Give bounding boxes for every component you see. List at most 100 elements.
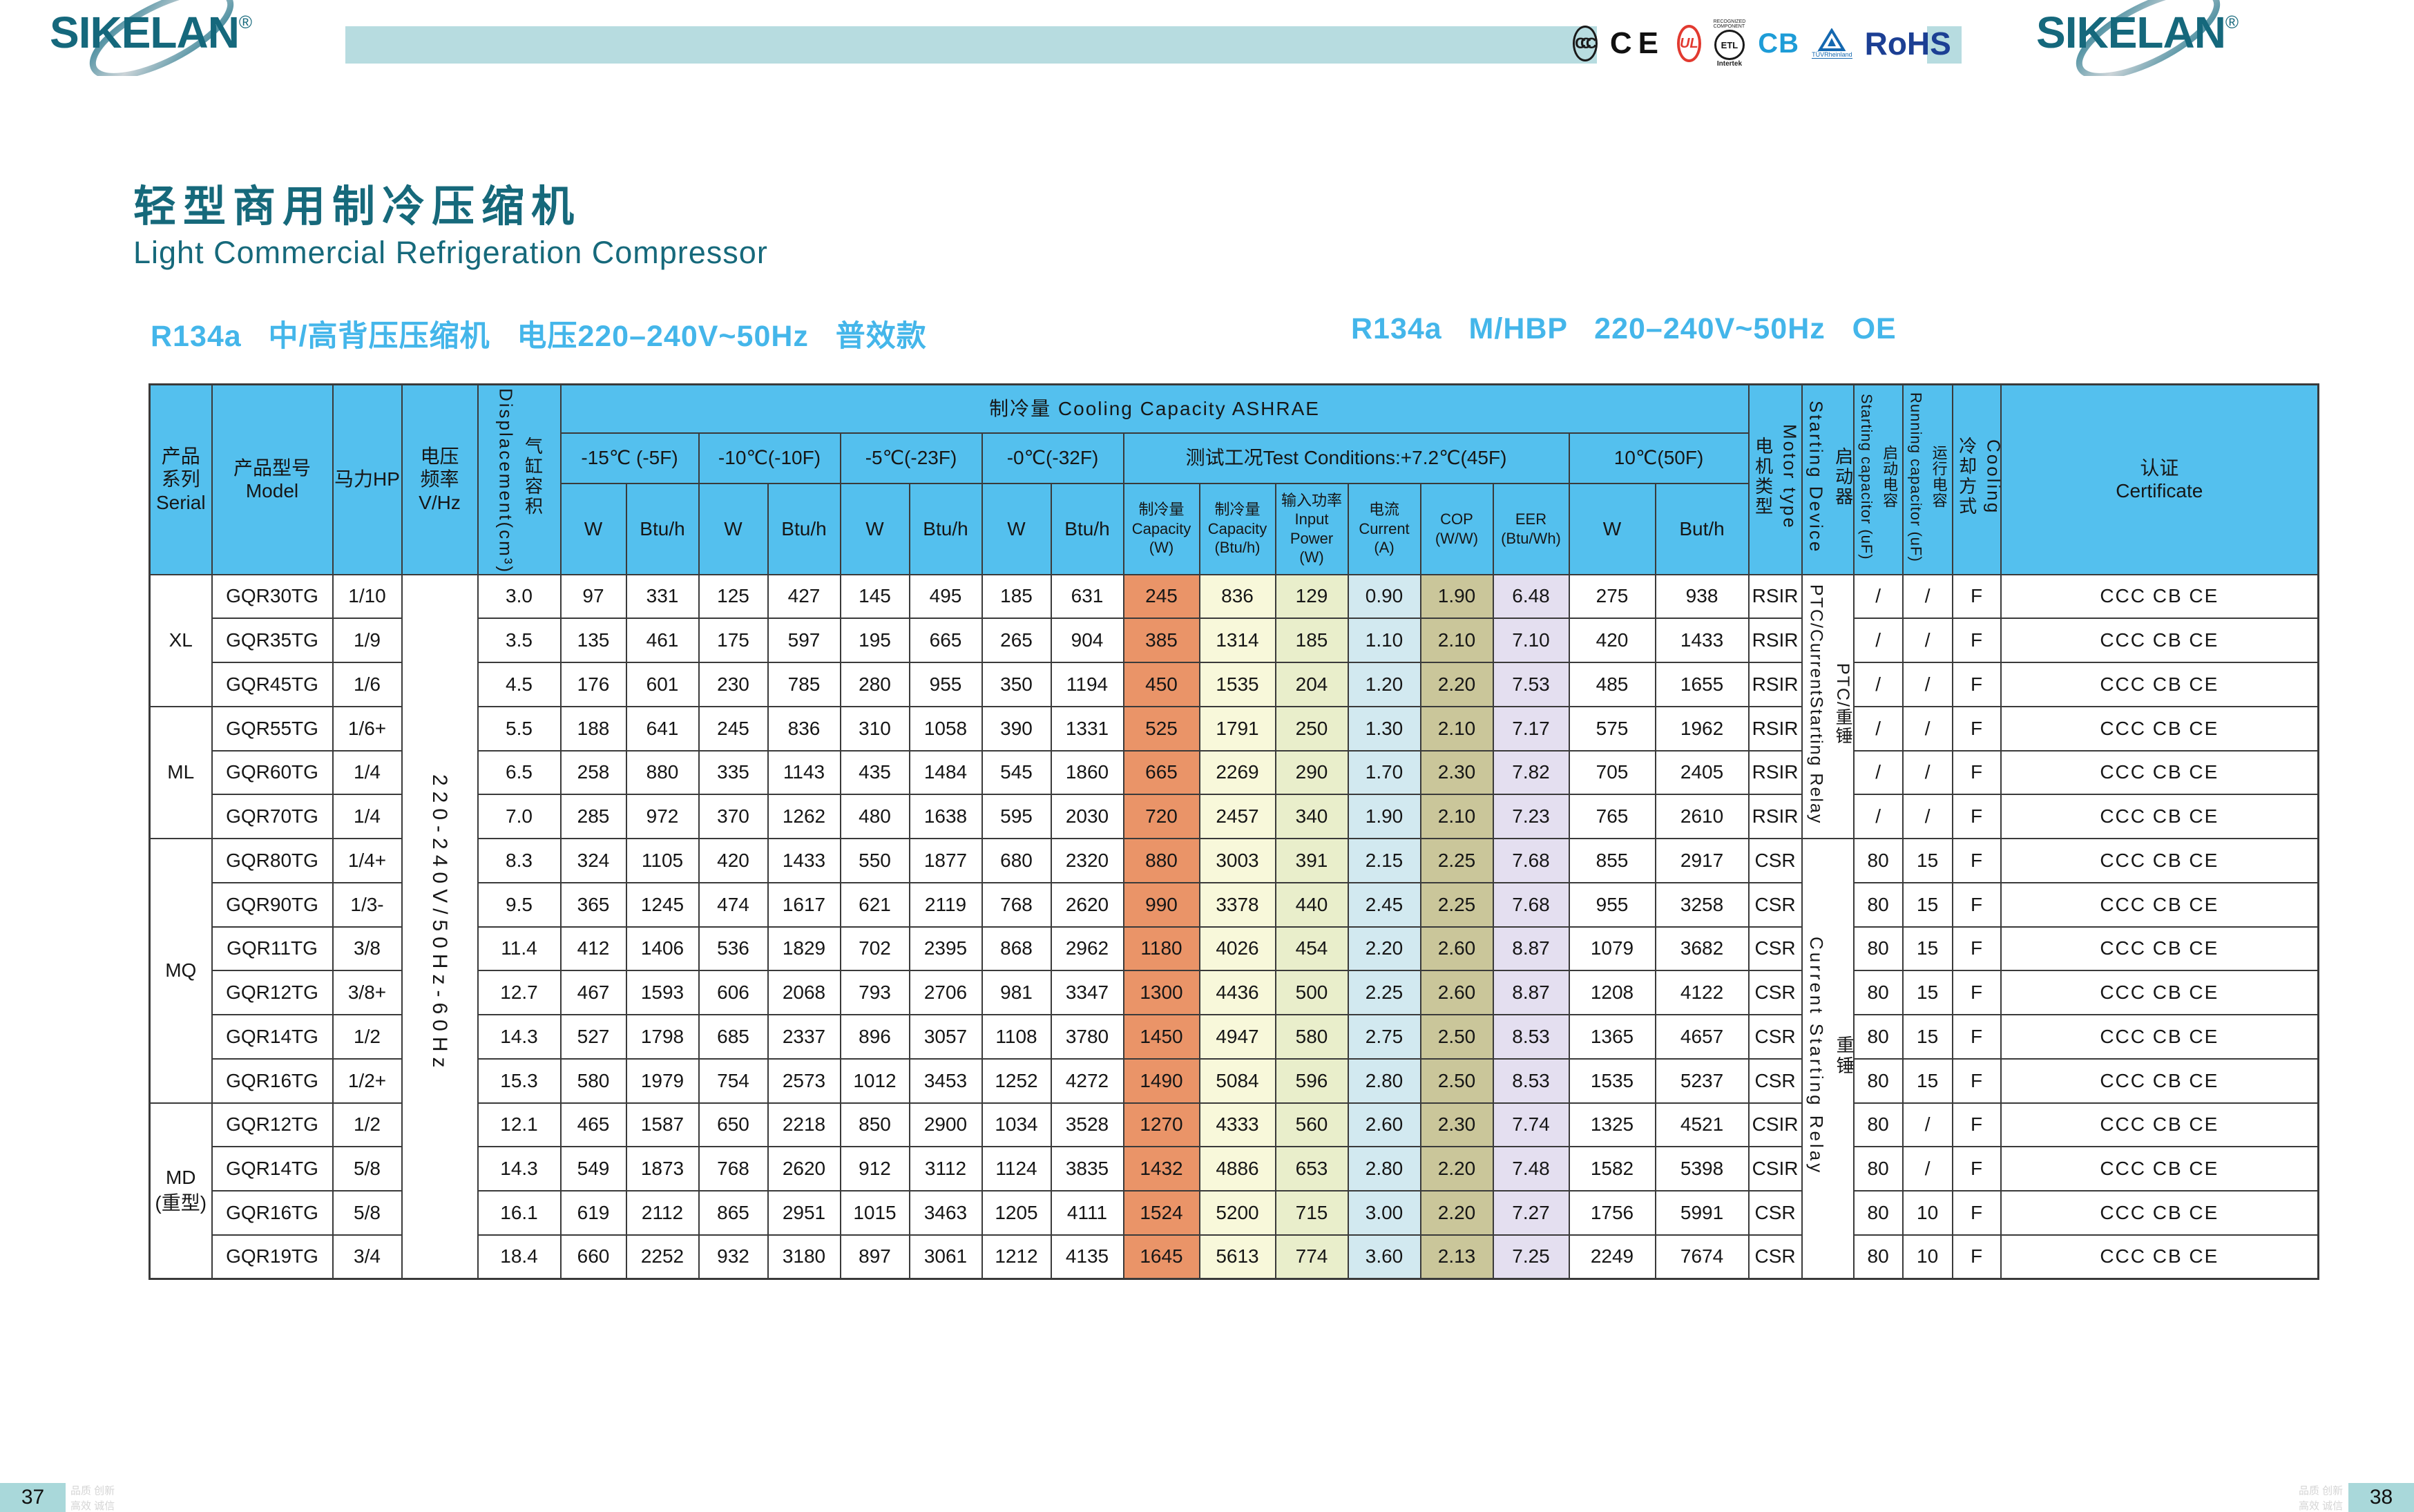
cell-eer: 7.27 xyxy=(1493,1191,1569,1235)
col-header-motor-type: 电机类型 Motor type xyxy=(1749,385,1802,575)
cell-b0: 2620 xyxy=(1051,883,1124,927)
cell-b15: 1587 xyxy=(626,1103,699,1147)
cell-hp: 1/9 xyxy=(333,618,402,662)
cell-b0: 4135 xyxy=(1051,1235,1124,1279)
cell-input: 290 xyxy=(1276,751,1348,795)
cell-w50: 1582 xyxy=(1569,1147,1656,1191)
cell-w15: 580 xyxy=(561,1059,626,1103)
temp-group-minus10: -10℃(-10F) xyxy=(699,433,841,484)
cell-rcap: / xyxy=(1903,794,1953,839)
cell-input: 715 xyxy=(1276,1191,1348,1235)
cell-w15: 188 xyxy=(561,707,626,751)
cell-disp: 5.5 xyxy=(478,707,561,751)
motor-type-label: 电机类型 Motor type xyxy=(1750,388,1802,565)
cell-cap_w: 1490 xyxy=(1124,1059,1200,1103)
cell-scap: 80 xyxy=(1854,883,1903,927)
cell-cop: 2.13 xyxy=(1421,1235,1493,1279)
spec-subtitle-right: R134a M/HBP 220–240V~50Hz OE xyxy=(1351,312,1897,346)
cell-eer: 7.23 xyxy=(1493,794,1569,839)
cell-w0: 350 xyxy=(982,662,1051,707)
cell-b5: 3463 xyxy=(910,1191,982,1235)
cell-b10: 3180 xyxy=(768,1235,841,1279)
cell-eer: 8.87 xyxy=(1493,927,1569,971)
cell-eer: 7.48 xyxy=(1493,1147,1569,1191)
cell-motor: RSIR xyxy=(1749,662,1802,707)
unit-header-w: W xyxy=(1569,484,1656,575)
cell-starting-device: 重锤 Current Starting Relay xyxy=(1802,839,1854,1279)
intertek-label: Intertek xyxy=(1717,61,1742,68)
col-header-running-capacitor: 运行电容 Running capacitor (uF) xyxy=(1903,385,1953,575)
cell-current: 0.90 xyxy=(1348,575,1421,619)
cell-w10: 685 xyxy=(699,1015,768,1059)
cell-cert: CCC CB CE xyxy=(2001,1147,2319,1191)
catalog-page: SIKELAN® CCC CE UL RECOGNIZED COMPONENT … xyxy=(0,0,2414,1512)
cell-model: GQR19TG xyxy=(212,1235,333,1279)
cell-w10: 606 xyxy=(699,970,768,1015)
cell-scap: 80 xyxy=(1854,1103,1903,1147)
cell-b0: 631 xyxy=(1051,575,1124,619)
cell-current: 2.45 xyxy=(1348,883,1421,927)
cell-input: 560 xyxy=(1276,1103,1348,1147)
cell-eer: 7.10 xyxy=(1493,618,1569,662)
cell-b50: 4657 xyxy=(1656,1015,1749,1059)
cell-model: GQR80TG xyxy=(212,839,333,883)
cell-model: GQR60TG xyxy=(212,751,333,795)
cell-rcap: / xyxy=(1903,751,1953,795)
cell-b15: 2112 xyxy=(626,1191,699,1235)
cell-w10: 932 xyxy=(699,1235,768,1279)
cell-input: 185 xyxy=(1276,618,1348,662)
cell-cap_btu: 2269 xyxy=(1200,751,1276,795)
cell-b0: 3835 xyxy=(1051,1147,1124,1191)
unit-header-btuh: Btu/h xyxy=(626,484,699,575)
cell-disp: 16.1 xyxy=(478,1191,561,1235)
cell-motor: CSR xyxy=(1749,970,1802,1015)
cell-cert: CCC CB CE xyxy=(2001,707,2319,751)
cell-hp: 1/4 xyxy=(333,751,402,795)
cell-w10: 768 xyxy=(699,1147,768,1191)
cell-b10: 1617 xyxy=(768,883,841,927)
cell-b15: 1406 xyxy=(626,927,699,971)
certification-strip: CCC CE UL RECOGNIZED COMPONENT ETL Inter… xyxy=(1597,17,1927,70)
cell-b0: 3528 xyxy=(1051,1103,1124,1147)
cell-cert: CCC CB CE xyxy=(2001,883,2319,927)
cell-w10: 175 xyxy=(699,618,768,662)
cell-w50: 1325 xyxy=(1569,1103,1656,1147)
cell-serial: ML xyxy=(150,707,212,839)
cell-b10: 836 xyxy=(768,707,841,751)
cell-cop: 2.20 xyxy=(1421,1147,1493,1191)
cell-motor: CSR xyxy=(1749,1191,1802,1235)
cell-b15: 331 xyxy=(626,575,699,619)
rohs-icon: RoHS xyxy=(1865,25,1951,62)
cell-b15: 1105 xyxy=(626,839,699,883)
cell-b10: 1433 xyxy=(768,839,841,883)
cell-w0: 545 xyxy=(982,751,1051,795)
cell-w5: 550 xyxy=(841,839,910,883)
cell-cap_btu: 3378 xyxy=(1200,883,1276,927)
cell-w0: 768 xyxy=(982,883,1051,927)
cell-current: 2.60 xyxy=(1348,1103,1421,1147)
cell-w0: 1034 xyxy=(982,1103,1051,1147)
unit-header-capacity-btu: 制冷量 Capacity (Btu/h) xyxy=(1200,484,1276,575)
cell-cert: CCC CB CE xyxy=(2001,1103,2319,1147)
cell-w15: 135 xyxy=(561,618,626,662)
cell-disp: 18.4 xyxy=(478,1235,561,1279)
cell-b10: 1143 xyxy=(768,751,841,795)
cell-cool: F xyxy=(1953,1015,2001,1059)
cell-motor: CSIR xyxy=(1749,1147,1802,1191)
unit-header-w: W xyxy=(699,484,768,575)
cell-w15: 467 xyxy=(561,970,626,1015)
cell-b5: 1638 xyxy=(910,794,982,839)
cell-input: 580 xyxy=(1276,1015,1348,1059)
col-header-cooling-method: 冷却方式 Cooling xyxy=(1953,385,2001,575)
cell-w5: 793 xyxy=(841,970,910,1015)
cell-disp: 12.1 xyxy=(478,1103,561,1147)
cell-cap_btu: 5613 xyxy=(1200,1235,1276,1279)
cell-w50: 1079 xyxy=(1569,927,1656,971)
cell-w15: 176 xyxy=(561,662,626,707)
cell-model: GQR45TG xyxy=(212,662,333,707)
cell-model: GQR16TG xyxy=(212,1059,333,1103)
cell-w50: 1756 xyxy=(1569,1191,1656,1235)
cell-disp: 11.4 xyxy=(478,927,561,971)
cell-b5: 955 xyxy=(910,662,982,707)
cell-b0: 1194 xyxy=(1051,662,1124,707)
